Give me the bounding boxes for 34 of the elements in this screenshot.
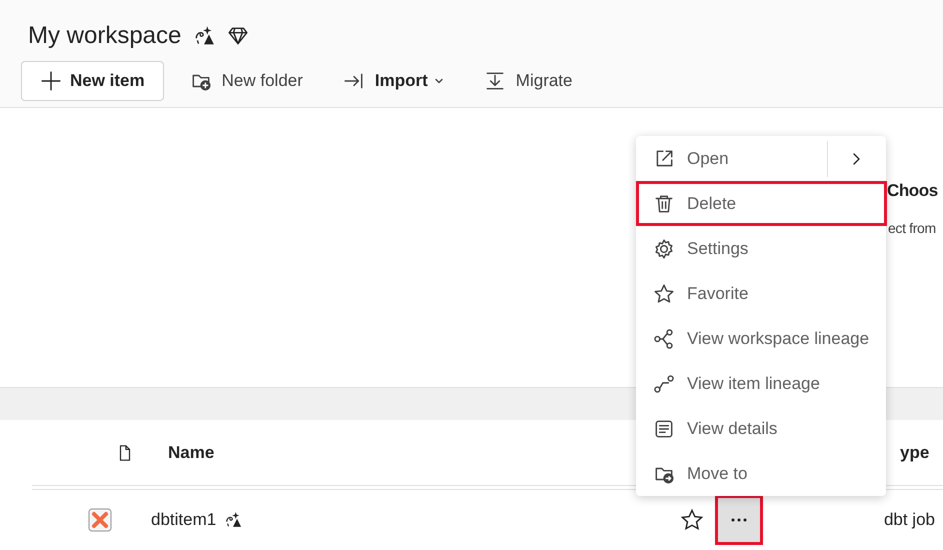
new-item-button[interactable]: New item	[21, 61, 164, 101]
banner-text: ect from	[888, 219, 936, 238]
toolbar-button[interactable]: Import	[332, 61, 454, 101]
toolbar-button[interactable]: New folder	[180, 61, 313, 101]
chevron-down-icon	[434, 76, 444, 86]
star-icon	[653, 282, 675, 304]
column-header[interactable]: ype	[900, 440, 930, 466]
migrate-icon	[484, 70, 506, 92]
menu-item[interactable]: Settings	[636, 226, 886, 271]
menu-item[interactable]: Favorite	[636, 271, 886, 316]
workspace-title: My workspace	[28, 21, 182, 51]
banner-heading: Choos	[887, 180, 938, 202]
warning-sparkle-icon	[224, 510, 242, 528]
details-icon	[653, 418, 675, 440]
menu-item[interactable]: Delete	[636, 181, 887, 226]
more-options-button[interactable]	[715, 494, 763, 544]
settings-icon	[653, 238, 675, 260]
more-icon	[731, 518, 747, 522]
diamond-icon	[227, 25, 250, 47]
item-type: dbt job	[882, 508, 936, 531]
toolbar-button[interactable]: Migrate	[474, 61, 582, 101]
favorite-button[interactable]	[680, 508, 704, 532]
menu-item[interactable]: Open	[636, 136, 886, 181]
item-name[interactable]: dbtitem1	[151, 506, 216, 532]
menu-item[interactable]: View workspace lineage	[636, 316, 886, 361]
menu-item[interactable]: Move to	[636, 451, 886, 496]
warning-sparkle-icon	[193, 25, 216, 47]
menu-item[interactable]: View details	[636, 406, 886, 451]
nodes-icon	[653, 328, 675, 350]
item-type-icon	[88, 508, 112, 532]
menu-item[interactable]: View item lineage	[636, 361, 886, 406]
plus-icon	[40, 70, 62, 92]
trash-icon	[653, 192, 675, 214]
linked-nodes-icon	[653, 372, 675, 394]
